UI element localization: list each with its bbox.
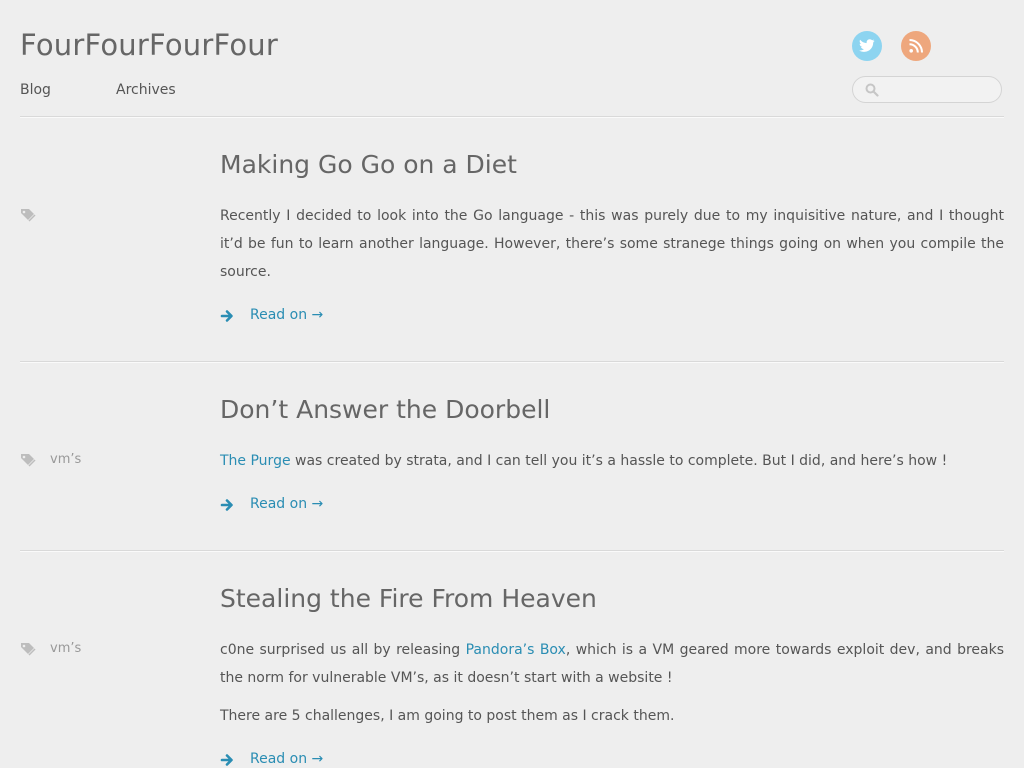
arrow-right-icon (220, 310, 233, 322)
post-excerpt: c0ne surprised us all by releasing Pando… (220, 636, 1004, 692)
rss-feed-icon (909, 39, 923, 53)
post-divider (20, 550, 1004, 552)
read-on-label: Read on → (250, 496, 324, 512)
category-link[interactable]: vm’s (50, 452, 81, 467)
post-title[interactable]: Stealing the Fire From Heaven (220, 584, 597, 613)
arrow-right-icon (220, 499, 233, 511)
excerpt-link[interactable]: The Purge (220, 453, 291, 469)
post-excerpt: The Purge was created by strata, and I c… (220, 447, 1004, 475)
arrow-right-icon (220, 754, 233, 766)
search-box[interactable] (852, 76, 1002, 103)
read-on-label: Read on → (250, 751, 324, 767)
search-icon (865, 83, 879, 97)
search-input[interactable] (883, 80, 993, 99)
read-on-label: Read on → (250, 307, 324, 323)
post-title[interactable]: Don’t Answer the Doorbell (220, 395, 550, 424)
post-divider (20, 361, 1004, 363)
nav-item-archives[interactable]: Archives (116, 82, 176, 98)
twitter-bird-icon (859, 39, 875, 52)
header-divider (20, 116, 1004, 118)
excerpt-link[interactable]: Pandora’s Box (466, 642, 566, 658)
tag-icon (21, 643, 36, 656)
tag-icon (21, 454, 36, 467)
nav-item-blog[interactable]: Blog (20, 82, 51, 98)
post-excerpt: There are 5 challenges, I am going to po… (220, 708, 675, 724)
category-link[interactable]: vm’s (50, 641, 81, 656)
rss-button[interactable] (901, 31, 931, 61)
page: FourFourFourFour Blog Archives Making Go… (0, 0, 1024, 768)
excerpt-text: c0ne surprised us all by releasing (220, 642, 466, 658)
twitter-button[interactable] (852, 31, 882, 61)
tag-icon (21, 209, 36, 222)
site-title[interactable]: FourFourFourFour (20, 28, 278, 62)
excerpt-text: was created by strata, and I can tell yo… (290, 453, 948, 469)
post-excerpt: Recently I decided to look into the Go l… (220, 208, 1004, 280)
post-title[interactable]: Making Go Go on a Diet (220, 150, 517, 179)
